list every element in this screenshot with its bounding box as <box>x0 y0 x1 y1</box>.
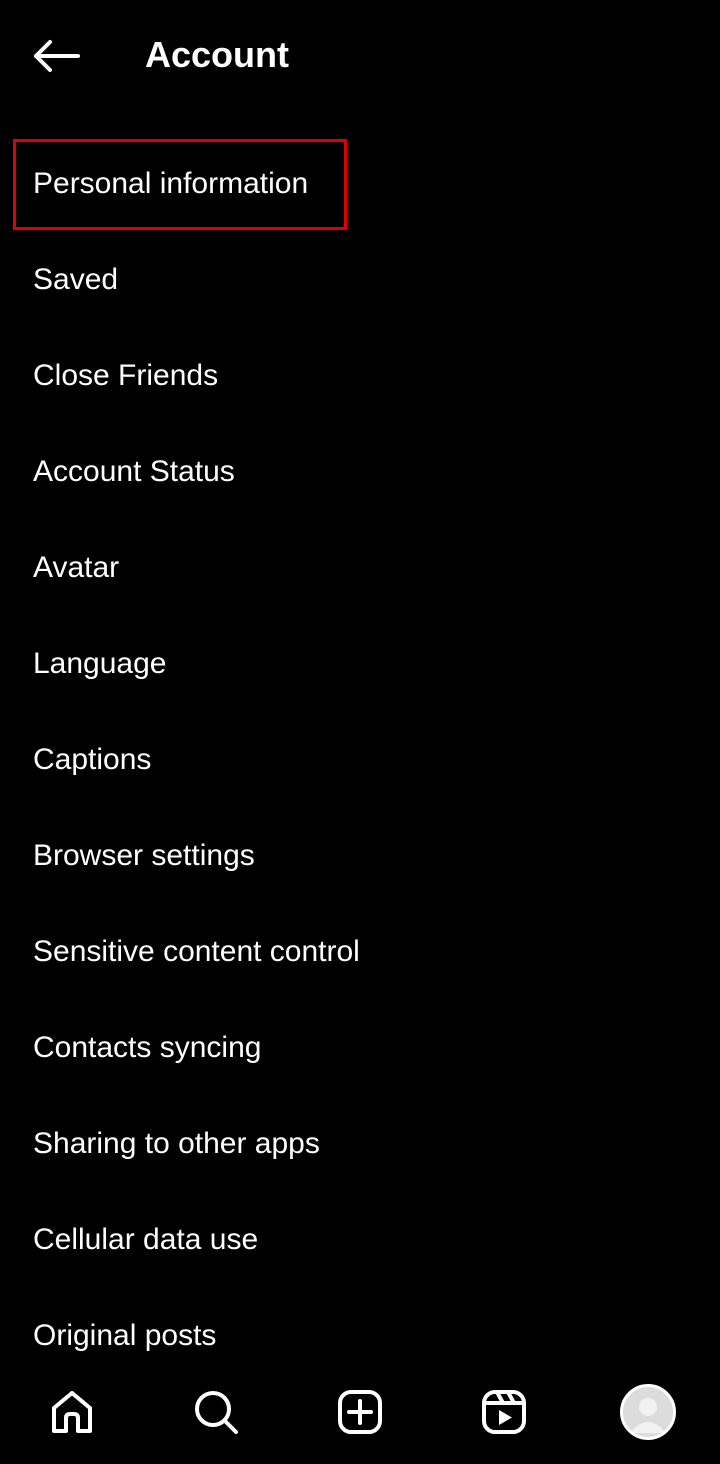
menu-item-label: Captions <box>33 743 152 776</box>
menu-item-avatar[interactable]: Avatar <box>0 520 720 616</box>
menu-item-label: Sharing to other apps <box>33 1127 320 1160</box>
menu-item-label: Cellular data use <box>33 1223 259 1256</box>
menu-item-personal-information[interactable]: Personal information <box>0 136 720 232</box>
menu-item-sensitive-content-control[interactable]: Sensitive content control <box>0 904 720 1000</box>
page-title: Account <box>145 34 289 75</box>
nav-reels-button[interactable] <box>468 1376 540 1448</box>
home-icon <box>52 1391 92 1433</box>
account-menu: Personal information Saved Close Friends… <box>0 136 720 1384</box>
nav-profile-button[interactable] <box>612 1376 684 1448</box>
back-button[interactable] <box>24 28 88 84</box>
menu-item-account-status[interactable]: Account Status <box>0 424 720 520</box>
menu-item-contacts-syncing[interactable]: Contacts syncing <box>0 1000 720 1096</box>
menu-item-label: Account Status <box>33 455 235 488</box>
search-icon <box>195 1391 238 1434</box>
reels-icon <box>482 1390 526 1434</box>
menu-item-label: Sensitive content control <box>33 935 360 968</box>
menu-item-saved[interactable]: Saved <box>0 232 720 328</box>
menu-item-cellular-data-use[interactable]: Cellular data use <box>0 1192 720 1288</box>
menu-item-label: Contacts syncing <box>33 1031 262 1064</box>
nav-home-button[interactable] <box>36 1376 108 1448</box>
menu-item-language[interactable]: Language <box>0 616 720 712</box>
menu-item-captions[interactable]: Captions <box>0 712 720 808</box>
menu-item-label: Browser settings <box>33 839 255 872</box>
menu-item-label: Personal information <box>33 167 309 200</box>
nav-search-button[interactable] <box>180 1376 252 1448</box>
bottom-navigation-bar <box>0 1368 720 1464</box>
default-avatar-icon <box>630 1398 666 1433</box>
menu-item-label: Original posts <box>33 1319 217 1352</box>
menu-item-label: Language <box>33 647 167 680</box>
menu-item-close-friends[interactable]: Close Friends <box>0 328 720 424</box>
arrow-left-icon <box>34 40 80 72</box>
header: Account <box>0 0 720 112</box>
menu-item-label: Avatar <box>33 551 120 584</box>
create-post-icon <box>338 1390 382 1434</box>
menu-item-sharing-to-other-apps[interactable]: Sharing to other apps <box>0 1096 720 1192</box>
nav-create-button[interactable] <box>324 1376 396 1448</box>
avatar <box>620 1384 676 1440</box>
menu-item-label: Close Friends <box>33 359 219 392</box>
menu-item-browser-settings[interactable]: Browser settings <box>0 808 720 904</box>
menu-item-label: Saved <box>33 263 119 296</box>
